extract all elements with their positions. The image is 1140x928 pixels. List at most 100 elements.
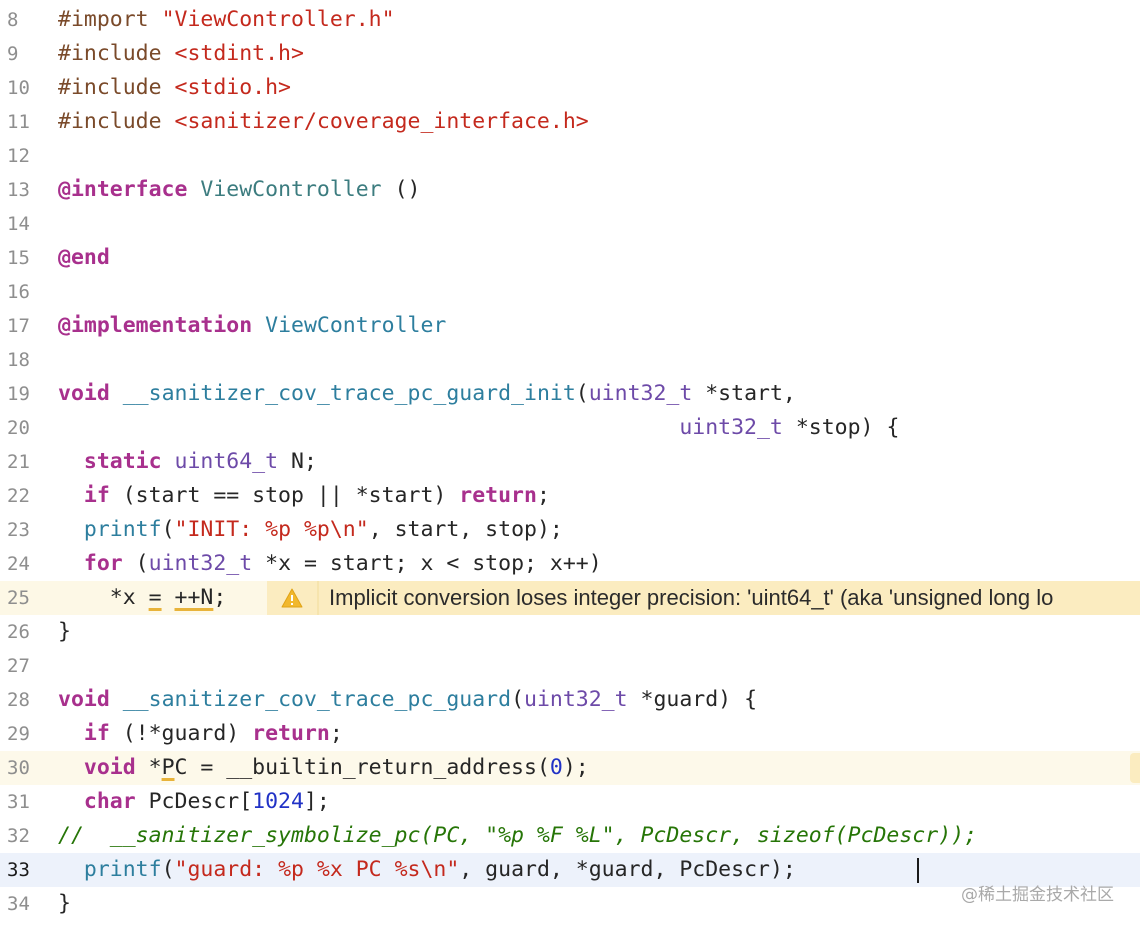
code-text[interactable]: #include <stdio.h> (58, 71, 291, 105)
warning-message: Implicit conversion loses integer precis… (329, 585, 1054, 610)
line-number: 11 (7, 111, 30, 133)
code-token: *stop) { (782, 415, 900, 440)
code-line[interactable]: 22 if (start == stop || *start) return; (0, 479, 1140, 513)
code-editor[interactable]: 8 #import "ViewController.h" 9 #include <st… (0, 0, 1140, 928)
code-text[interactable]: } (58, 615, 71, 649)
code-token: = (148, 585, 162, 610)
code-line[interactable]: 31 char PcDescr[1024]; (0, 785, 1140, 819)
code-text[interactable]: *x = ++N; (58, 581, 227, 615)
line-number: 28 (7, 689, 30, 711)
code-token: ++N (174, 585, 214, 610)
code-token: uint32_t (148, 551, 253, 576)
code-line[interactable]: 15 @end (0, 241, 1140, 275)
line-number: 9 (7, 43, 19, 65)
code-line[interactable]: 13 @interface ViewController () (0, 173, 1140, 207)
code-token: (!*guard) (109, 721, 253, 746)
code-token: char (83, 789, 136, 814)
code-line[interactable]: 11 #include <sanitizer/coverage_interface… (0, 105, 1140, 139)
code-line[interactable]: 12 (0, 139, 1140, 173)
code-token: ; (536, 483, 550, 508)
code-token: () (381, 177, 421, 202)
code-token: ( (161, 857, 175, 882)
code-line[interactable]: 25 *x = ++N; Implicit conversion loses in… (0, 581, 1140, 615)
code-line[interactable]: 32 // __sanitizer_symbolize_pc(PC, "%p %F… (0, 819, 1140, 853)
line-number: 26 (7, 621, 30, 643)
code-text[interactable]: char PcDescr[1024]; (58, 785, 330, 819)
line-number: 10 (7, 77, 30, 99)
code-line[interactable]: 18 (0, 343, 1140, 377)
code-text[interactable]: @interface ViewController () (58, 173, 420, 207)
code-text[interactable]: if (!*guard) return; (58, 717, 343, 751)
code-line[interactable]: 21 static uint64_t N; (0, 445, 1140, 479)
code-line[interactable]: 23 printf("INIT: %p %p\n", start, stop); (0, 513, 1140, 547)
text-cursor (917, 858, 919, 883)
code-text[interactable]: for (uint32_t *x = start; x < stop; x++) (58, 547, 602, 581)
line-number: 31 (7, 791, 30, 813)
code-token: <stdint.h> (174, 41, 304, 66)
code-token: uint32_t (588, 381, 693, 406)
code-text[interactable]: void __sanitizer_cov_trace_pc_guard(uint… (58, 683, 757, 717)
code-token: ( (575, 381, 589, 406)
code-line[interactable]: 28 void __sanitizer_cov_trace_pc_guard(ui… (0, 683, 1140, 717)
code-token: , start, stop); (368, 517, 563, 542)
code-token: "guard: %p %x PC %s\n" (174, 857, 460, 882)
line-number: 15 (7, 247, 30, 269)
code-text[interactable]: @implementation ViewController (58, 309, 446, 343)
code-text[interactable]: #include <sanitizer/coverage_interface.h… (58, 105, 589, 139)
line-number: 32 (7, 825, 30, 847)
code-line[interactable]: 24 for (uint32_t *x = start; x < stop; x… (0, 547, 1140, 581)
code-token: @interface (58, 177, 188, 202)
code-token: "ViewController.h" (161, 7, 395, 32)
code-token: } (58, 891, 71, 916)
code-token: static (83, 449, 162, 474)
code-text[interactable]: uint32_t *stop) { (58, 411, 899, 445)
code-line[interactable]: 16 (0, 275, 1140, 309)
code-line[interactable]: 14 (0, 207, 1140, 241)
code-line[interactable]: 27 (0, 649, 1140, 683)
code-text[interactable]: } (58, 887, 71, 921)
code-line[interactable]: 10 #include <stdio.h> (0, 71, 1140, 105)
code-text[interactable]: void __sanitizer_cov_trace_pc_guard_init… (58, 377, 796, 411)
line-number: 25 (7, 587, 30, 609)
code-text[interactable]: printf("INIT: %p %p\n", start, stop); (58, 513, 563, 547)
code-line[interactable]: 26} (0, 615, 1140, 649)
code-token: ( (161, 517, 175, 542)
code-text[interactable]: static uint64_t N; (58, 445, 317, 479)
code-text[interactable]: printf("guard: %p %x PC %s\n", guard, *g… (58, 853, 809, 887)
line-number: 30 (7, 757, 30, 779)
code-line[interactable]: 20 uint32_t *stop) { (0, 411, 1140, 445)
code-text[interactable]: #import "ViewController.h" (58, 3, 395, 37)
code-text[interactable]: // __sanitizer_symbolize_pc(PC, "%p %F %… (58, 819, 977, 853)
line-number: 29 (7, 723, 30, 745)
line-number: 14 (7, 213, 30, 235)
code-line[interactable]: 8 #import "ViewController.h" (0, 3, 1140, 37)
line-number: 34 (7, 893, 30, 915)
code-text[interactable]: void *PC = __builtin_return_address(0); (58, 751, 589, 785)
code-line[interactable]: 9 #include <stdint.h> (0, 37, 1140, 71)
warning-banner[interactable]: Implicit conversion loses integer precis… (267, 581, 1140, 615)
warning-triangle-icon[interactable] (267, 581, 319, 615)
code-line[interactable]: 19 void __sanitizer_cov_trace_pc_guard_in… (0, 377, 1140, 411)
code-line[interactable]: 17 @implementation ViewController (0, 309, 1140, 343)
code-token: void (58, 381, 110, 406)
code-text[interactable]: @end (58, 241, 110, 275)
code-token: #import (58, 7, 162, 32)
code-token: ViewController (200, 177, 382, 202)
code-line[interactable]: 29 if (!*guard) return; (0, 717, 1140, 751)
code-text[interactable]: #include <stdint.h> (58, 37, 304, 71)
code-token: @end (58, 245, 110, 270)
warning-marker[interactable] (1130, 753, 1140, 783)
code-token: N; (278, 449, 317, 474)
code-line[interactable]: 30 void *PC = __builtin_return_address(0… (0, 751, 1140, 785)
code-text[interactable]: if (start == stop || *start) return; (58, 479, 550, 513)
